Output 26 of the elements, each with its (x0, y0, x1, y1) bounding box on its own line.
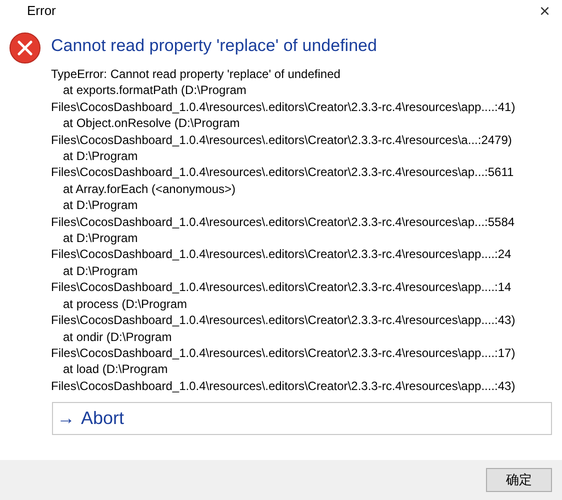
stack-trace-line: Files\CocosDashboard_1.0.4\resources\.editors\Creator\2.3.3-rc.4\resources\app....:17) (51, 344, 516, 362)
stack-trace-line: Files\CocosDashboard_1.0.4\resources\.editors\Creator\2.3.3-rc.4\resources\ap...:5611 (51, 164, 515, 181)
stack-trace-line: at ondir (D:\Program (62, 328, 173, 345)
stack-trace-line: TypeError: Cannot read property 'replace' of undefined (51, 66, 342, 82)
error-icon (9, 32, 41, 64)
stack-trace-line: at load (D:\Program (62, 361, 169, 378)
stack-trace-line: at Array.forEach (<anonymous>) (62, 180, 237, 198)
stack-trace-line: at D:\Program (62, 197, 139, 214)
stack-trace-line: at D:\Program (62, 148, 139, 164)
window-title: Error (27, 2, 56, 20)
stack-trace-line: Files\CocosDashboard_1.0.4\resources\.editors\Creator\2.3.3-rc.4\resources\app....:24 (51, 246, 512, 263)
error-heading: Cannot read property 'replace' of undefined (51, 35, 378, 57)
abort-command-link[interactable]: → Abort (52, 402, 552, 436)
stack-trace-line: at D:\Program (62, 262, 139, 280)
stack-trace-line: Files\CocosDashboard_1.0.4\resources\.editors\Creator\2.3.3-rc.4\resources\app....:43) (51, 312, 516, 328)
close-button[interactable]: × (535, 2, 554, 20)
stack-trace-line: Files\CocosDashboard_1.0.4\resources\.editors\Creator\2.3.3-rc.4\resources\app....:14 (51, 279, 512, 296)
stack-trace-line: Files\CocosDashboard_1.0.4\resources\.editors\Creator\2.3.3-rc.4\resources\a...:2479) (51, 132, 513, 148)
stack-trace-line: at Object.onResolve (D:\Program (62, 115, 241, 132)
stack-trace-line: Files\CocosDashboard_1.0.4\resources\.editors\Creator\2.3.3-rc.4\resources\ap...:5584 (51, 214, 516, 230)
stack-trace-line: at D:\Program (62, 230, 139, 246)
stack-trace-line: at exports.formatPath (D:\Program (62, 82, 248, 99)
stack-trace-line: Files\CocosDashboard_1.0.4\resources\.editors\Creator\2.3.3-rc.4\resources\app....:43) (51, 378, 516, 394)
stack-trace-line: Files\CocosDashboard_1.0.4\resources\.editors\Creator\2.3.3-rc.4\resources\app....:41) (51, 98, 516, 116)
stack-trace-line: at process (D:\Program (62, 296, 188, 312)
ok-button[interactable]: 确定 (486, 468, 552, 492)
